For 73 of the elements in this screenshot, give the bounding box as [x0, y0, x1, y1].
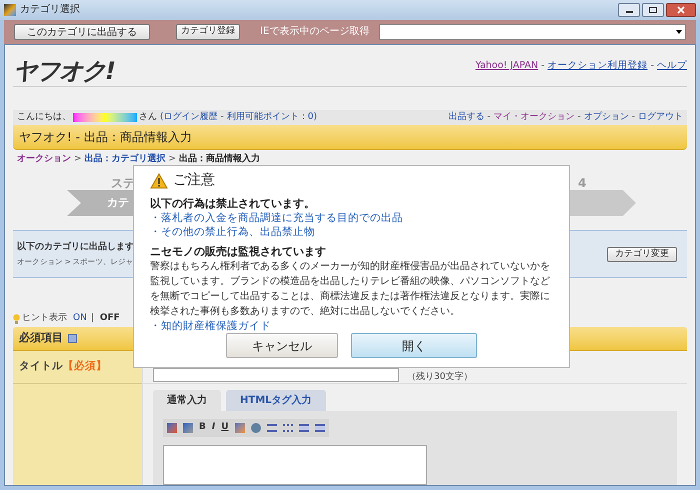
open-button[interactable]: 開く	[351, 333, 477, 358]
minimize-icon	[626, 10, 632, 13]
separator: -	[541, 58, 545, 73]
paren: (	[160, 110, 164, 124]
separator: -	[220, 110, 224, 124]
cancel-button[interactable]: キャンセル	[226, 333, 338, 358]
maximize-button[interactable]	[642, 2, 664, 17]
menu-link[interactable]: ログアウト	[638, 110, 683, 124]
warning-paragraph: 警察はもちろん権利者である多くのメーカーが知的財産権侵害品が出品されていないかを監視しています。ブランドの模造品を出品したりテレビ番組の映像、パソコンソフトなどを無断でコピーして出品することは、商標法違反または著作権法違反となります。実際に検挙された事例も多数ありますので、絶対に出品しないでください。	[150, 260, 551, 319]
remaining-chars: （残り30文字）	[407, 372, 472, 382]
close-button[interactable]	[666, 2, 696, 17]
separator: -	[487, 110, 490, 124]
hint-toggle[interactable]: ON	[73, 312, 87, 326]
step-label: 4	[578, 175, 586, 192]
redacted-name	[73, 113, 137, 122]
caret-icon	[676, 30, 682, 34]
separator: |	[90, 312, 94, 326]
logo: ヤフオク!	[13, 59, 114, 83]
hint-label: ヒント表示	[22, 312, 67, 326]
dialog-title: ご注意	[173, 171, 215, 190]
list-icon[interactable]	[282, 424, 293, 432]
policy-link[interactable]: ・その他の禁止行為、出品禁止物	[150, 225, 315, 239]
url-label: IEで表示中のページ取得	[260, 24, 370, 40]
app-icon	[4, 4, 16, 16]
separator: -	[632, 110, 635, 124]
section-heading: 以下の行為は禁止されています。	[150, 197, 316, 211]
toolbar-button[interactable]: このカテゴリに出品する	[14, 24, 150, 40]
paren: )	[314, 110, 318, 124]
url-dropdown[interactable]	[379, 24, 686, 40]
page-heading-text: 出品：商品情報入力	[179, 153, 260, 166]
category-heading: 以下のカテゴリに出品します	[17, 240, 134, 254]
header-link[interactable]: Yahoo! JAPAN	[475, 58, 538, 73]
window-title: カテゴリ選択	[20, 3, 80, 18]
editor-tab[interactable]: HTMLタグ入力	[226, 390, 326, 411]
menu-link[interactable]: マイ・オークション	[494, 110, 574, 124]
greeting-suffix: さん	[139, 110, 157, 124]
close-icon	[677, 6, 685, 14]
field-label: タイトル	[19, 359, 63, 374]
lightbulb-icon	[13, 314, 20, 324]
breadcrumb-separator: >	[74, 153, 82, 166]
format-button[interactable]: I	[212, 421, 216, 435]
greeting-text: こんにちは、	[17, 110, 71, 124]
title-input[interactable]	[153, 368, 399, 382]
breadcrumb-link[interactable]: 出品：カテゴリ選択	[84, 153, 166, 167]
policy-link[interactable]: ・知的財産権保護ガイド	[150, 319, 271, 333]
align-icon[interactable]	[266, 424, 277, 432]
format-button[interactable]: U	[221, 421, 229, 435]
indent-icon[interactable]	[314, 424, 325, 432]
format-button[interactable]: B	[199, 421, 206, 435]
section-heading: ニセモノの販売は監視されています	[150, 245, 327, 259]
editor-tab[interactable]: 通常入力	[153, 390, 221, 411]
section-title: 必須項目	[19, 330, 63, 346]
menu-link[interactable]: オプション	[584, 110, 629, 124]
minimize-button[interactable]	[618, 2, 640, 17]
separator: -	[650, 58, 654, 73]
separator: -	[578, 110, 581, 124]
account-link[interactable]: 利用可能ポイント：0	[226, 110, 314, 124]
hint-toggle[interactable]: OFF	[100, 312, 120, 326]
policy-link[interactable]: ・落札者の入金を商品調達に充当する目的での出品	[150, 211, 403, 225]
toolbar-button[interactable]: カテゴリ登録	[176, 24, 240, 40]
outdent-icon[interactable]	[298, 424, 309, 432]
header-link[interactable]: ヘルプ	[657, 58, 687, 73]
account-link[interactable]: ログイン履歴	[164, 110, 218, 124]
warning-icon	[150, 172, 168, 188]
change-category-button[interactable]: カテゴリ変更	[607, 246, 677, 262]
header-link[interactable]: オークション利用登録	[548, 58, 648, 73]
maximize-icon	[649, 6, 657, 13]
required-label: 【必須】	[63, 359, 107, 374]
editor-textarea[interactable]	[163, 445, 427, 485]
menu-link[interactable]: 出品する	[448, 110, 484, 124]
page-title: ヤフオク! - 出品：商品情報入力	[19, 129, 192, 146]
breadcrumb-separator: >	[168, 153, 176, 166]
breadcrumb-link[interactable]: オークション	[17, 153, 71, 167]
